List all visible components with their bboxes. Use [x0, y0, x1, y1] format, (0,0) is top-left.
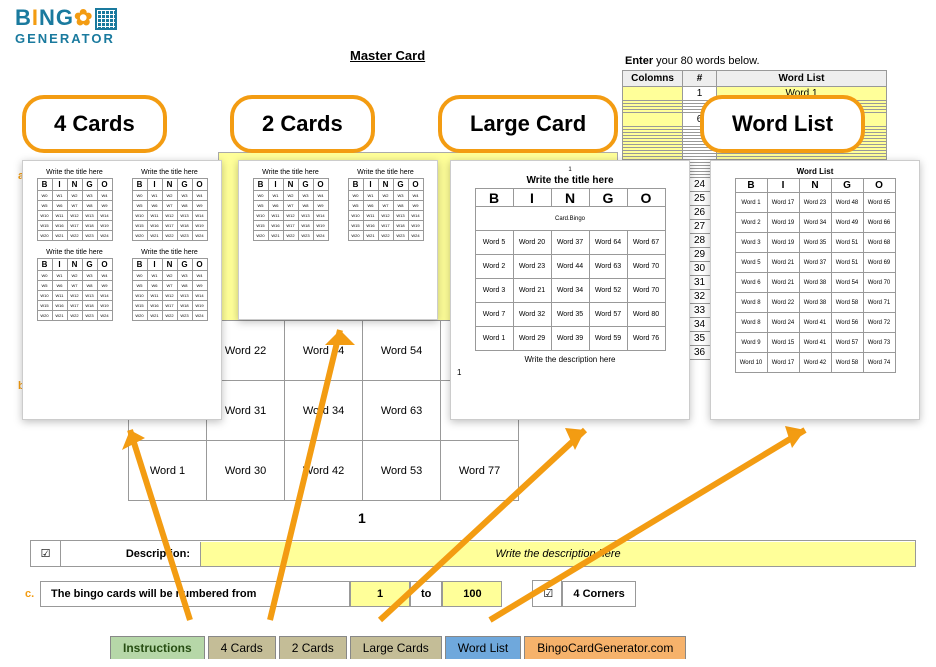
thumb-4-cards: Write the title hereBINGOW0W1W2W3W4W5W6W…: [22, 160, 222, 420]
logo: BING✿ GENERATOR: [15, 5, 117, 46]
arrow-2cards: [260, 320, 380, 630]
thumb-2-cards: Write the title hereBINGOW0W1W2W3W4W5W6W…: [238, 160, 438, 320]
grid-icon: [95, 8, 117, 30]
wordlist-instruction: Enter your 80 words below.: [625, 55, 760, 67]
callout-2-cards: 2 Cards: [230, 95, 375, 153]
master-card-title: Master Card: [350, 48, 425, 63]
tab-large-cards[interactable]: Large Cards: [350, 636, 442, 659]
wl-header-num: #: [683, 71, 717, 87]
tab-website[interactable]: BingoCardGenerator.com: [524, 636, 686, 659]
callout-word-list: Word List: [700, 95, 865, 153]
arrow-wordlist: [480, 420, 820, 630]
callout-large-card: Large Card: [438, 95, 618, 153]
row-letter-c: c.: [15, 582, 40, 606]
tab-word-list[interactable]: Word List: [445, 636, 521, 659]
arrow-4cards: [120, 420, 220, 630]
sheet-tabs: Instructions 4 Cards 2 Cards Large Cards…: [110, 636, 686, 659]
tab-4-cards[interactable]: 4 Cards: [208, 636, 276, 659]
thumb-word-list: Word List BINGOWord 1Word 17Word 23Word …: [710, 160, 920, 420]
tab-2-cards[interactable]: 2 Cards: [279, 636, 347, 659]
gear-icon: ✿: [74, 5, 93, 31]
callout-4-cards: 4 Cards: [22, 95, 167, 153]
wl-header-word: Word List: [717, 71, 887, 87]
tab-instructions[interactable]: Instructions: [110, 636, 205, 659]
wl-header-columns: Colomns: [623, 71, 683, 87]
thumb-large-card: 1 Write the title here BINGOCard.BingoWo…: [450, 160, 690, 420]
description-checkbox[interactable]: ☑: [31, 541, 61, 566]
